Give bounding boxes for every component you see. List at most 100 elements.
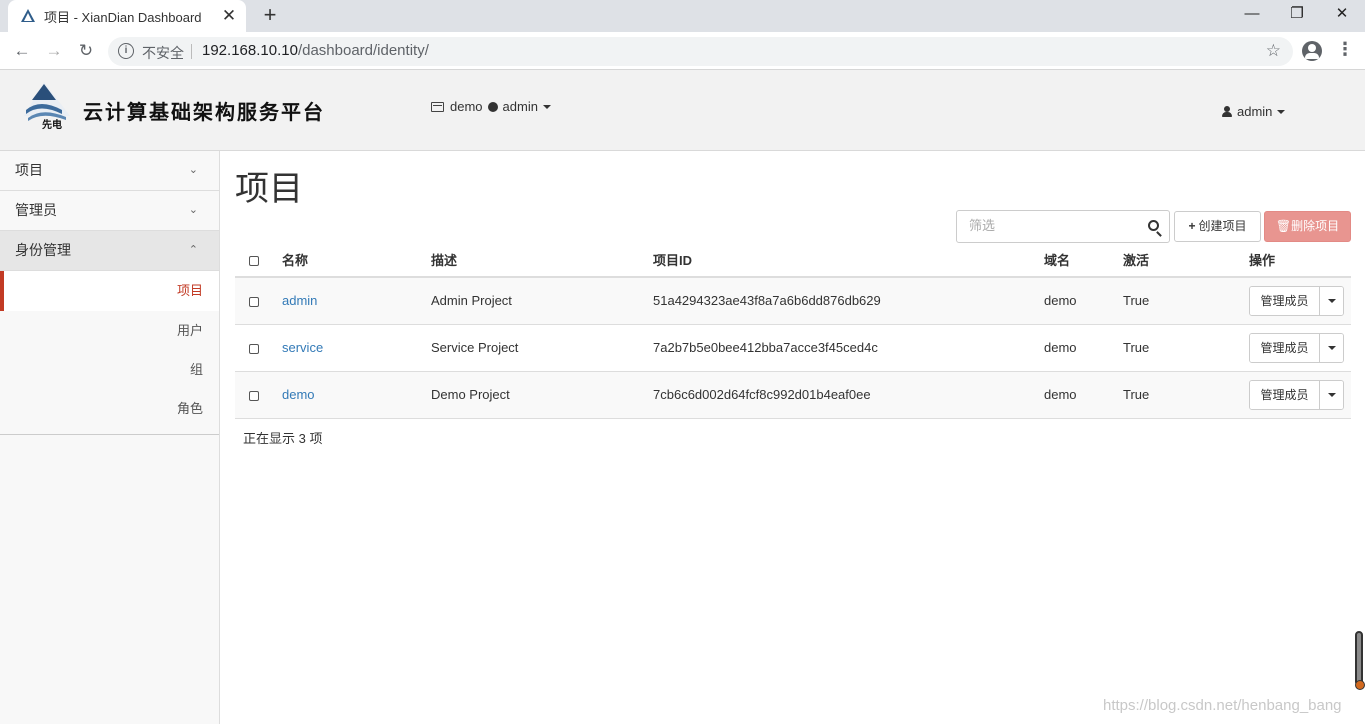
user-icon [1222, 106, 1232, 117]
table-row: admin Admin Project 51a4294323ae43f8a7a6… [235, 277, 1351, 325]
tab-title: 项目 - XianDian Dashboard [44, 9, 202, 25]
delete-projects-button[interactable]: 🗑删除项目 [1264, 211, 1351, 242]
browser-tab-strip: 项目 - XianDian Dashboard ✕ + — ❐ ✕ [0, 0, 1365, 32]
manage-members-button[interactable]: 管理成员 [1250, 286, 1320, 315]
profile-avatar-icon[interactable] [1302, 41, 1322, 61]
sidebar: 项目 ⌄ 管理员 ⌄ 身份管理 ⌃ 项目 用户 组 角色 [0, 151, 220, 724]
context-region: admin [502, 99, 538, 114]
row-checkbox[interactable] [249, 390, 259, 401]
actions-cell: 管理成员 [1249, 371, 1351, 419]
projects-table: 名称 描述 项目ID 域名 激活 操作 admin Admin Project … [235, 243, 1351, 419]
row-checkbox[interactable] [249, 296, 259, 307]
sidebar-section-label: 项目 [15, 162, 43, 178]
dashboard-header: 先电 云计算基础架构服务平台 demo admin admin [0, 70, 1365, 151]
user-name: admin [1237, 104, 1273, 119]
window-minimize-button[interactable]: — [1229, 0, 1275, 28]
project-id-cell: 51a4294323ae43f8a7a6b6dd876db629 [653, 277, 1044, 325]
name-cell: admin [282, 277, 431, 325]
filter-box[interactable] [956, 210, 1170, 243]
description-cell: Admin Project [431, 277, 653, 325]
chevron-up-icon: ⌃ [188, 244, 198, 256]
row-actions-dropdown[interactable] [1320, 333, 1343, 362]
chevron-down-icon: ⌄ [188, 204, 198, 216]
browser-tab[interactable]: 项目 - XianDian Dashboard ✕ [8, 0, 246, 32]
trash-icon: 🗑 [1275, 219, 1292, 233]
project-id-cell: 7cb6c6d002d64fcf8c992d01b4eaf0ee [653, 371, 1044, 419]
sidebar-section-admin[interactable]: 管理员 ⌄ [0, 191, 219, 231]
table-header-row: 名称 描述 项目ID 域名 激活 操作 [235, 243, 1351, 278]
project-name-link[interactable]: admin [282, 293, 317, 308]
sidebar-item-roles[interactable]: 角色 [0, 389, 219, 428]
actions-cell: 管理成员 [1249, 277, 1351, 325]
plus-icon: + [1188, 219, 1196, 233]
chevron-down-icon: ⌄ [188, 164, 198, 176]
caret-down-icon [1327, 345, 1336, 350]
column-header-actions: 操作 [1249, 243, 1351, 278]
caret-down-icon [1277, 109, 1286, 114]
tab-close-icon[interactable]: ✕ [220, 7, 238, 25]
row-checkbox[interactable] [249, 343, 259, 354]
sidebar-item-users[interactable]: 用户 [0, 311, 219, 350]
sidebar-section-identity[interactable]: 身份管理 ⌃ [0, 231, 219, 271]
manage-members-button[interactable]: 管理成员 [1250, 380, 1320, 409]
column-header-enabled[interactable]: 激活 [1123, 243, 1249, 278]
project-context-dropdown[interactable]: demo admin [431, 99, 551, 114]
page-title: 项目 [235, 170, 303, 208]
create-project-button[interactable]: + 创建项目 [1174, 211, 1261, 242]
info-icon[interactable]: i [118, 43, 134, 59]
separator-dot-icon [487, 101, 498, 112]
new-tab-button[interactable]: + [258, 4, 282, 27]
browser-menu-icon[interactable]: ⋮ [1336, 39, 1354, 60]
filter-input[interactable] [969, 218, 1139, 233]
reload-icon[interactable]: ↻ [74, 39, 98, 63]
row-select-cell [235, 371, 282, 419]
row-actions-dropdown[interactable] [1320, 380, 1343, 409]
sidebar-identity-items: 项目 用户 组 角色 [0, 271, 219, 435]
name-cell: demo [282, 371, 431, 419]
sidebar-section-project[interactable]: 项目 ⌄ [0, 151, 219, 191]
forward-icon[interactable]: → [42, 39, 66, 63]
project-id-cell: 7a2b7b5e0bee412bba7acce3f45ced4c [653, 324, 1044, 372]
window-close-button[interactable]: ✕ [1319, 0, 1365, 28]
manage-members-button-group: 管理成员 [1249, 332, 1344, 363]
user-menu-dropdown[interactable]: admin [1222, 104, 1286, 119]
search-icon[interactable] [1148, 220, 1159, 231]
column-header-description[interactable]: 描述 [431, 243, 653, 278]
platform-brand-title: 云计算基础架构服务平台 [83, 102, 325, 124]
select-all-checkbox[interactable] [249, 255, 259, 266]
delete-projects-label: 删除项目 [1291, 219, 1340, 233]
url-host: 192.168.10.10 [202, 42, 298, 59]
security-label[interactable]: 不安全 [142, 43, 184, 63]
column-header-project-id[interactable]: 项目ID [653, 243, 1044, 278]
address-bar[interactable]: i 不安全 192.168.10.10/dashboard/identity/ … [108, 37, 1293, 66]
column-header-domain[interactable]: 域名 [1044, 243, 1123, 278]
table-row: service Service Project 7a2b7b5e0bee412b… [235, 324, 1351, 372]
url-text[interactable]: 192.168.10.10/dashboard/identity/ [202, 42, 429, 59]
xiandian-logo[interactable]: 先电 [22, 80, 72, 130]
sidebar-section-label: 身份管理 [15, 242, 71, 258]
enabled-cell: True [1123, 277, 1249, 325]
logo-text: 先电 [42, 118, 62, 130]
description-cell: Service Project [431, 324, 653, 372]
manage-members-button-group: 管理成员 [1249, 379, 1344, 410]
sidebar-item-groups[interactable]: 组 [0, 350, 219, 389]
enabled-cell: True [1123, 324, 1249, 372]
column-header-name[interactable]: 名称 [282, 243, 431, 278]
bookmark-star-icon[interactable]: ☆ [1266, 41, 1281, 61]
row-actions-dropdown[interactable] [1320, 286, 1343, 315]
project-name-link[interactable]: demo [282, 387, 315, 402]
row-select-cell [235, 324, 282, 372]
caret-down-icon [1327, 298, 1336, 303]
table-row: demo Demo Project 7cb6c6d002d64fcf8c992d… [235, 371, 1351, 419]
description-cell: Demo Project [431, 371, 653, 419]
item-count-text: 正在显示 3 项 [243, 431, 323, 446]
back-icon[interactable]: ← [10, 39, 34, 63]
sidebar-item-projects[interactable]: 项目 [0, 271, 219, 311]
domain-cell: demo [1044, 324, 1123, 372]
context-project: demo [450, 99, 483, 114]
project-name-link[interactable]: service [282, 340, 323, 355]
manage-members-button[interactable]: 管理成员 [1250, 333, 1320, 362]
domain-cell: demo [1044, 277, 1123, 325]
scrollbar-thumb[interactable] [1355, 631, 1365, 690]
window-restore-button[interactable]: ❐ [1274, 0, 1320, 28]
